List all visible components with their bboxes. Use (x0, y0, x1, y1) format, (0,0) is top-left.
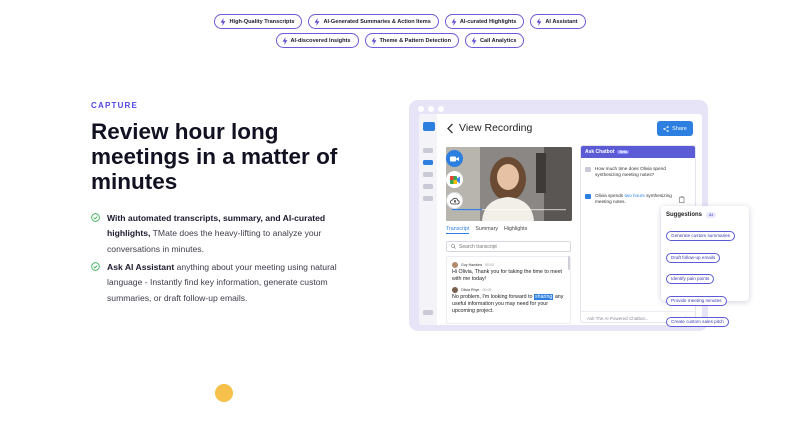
tab-transcript[interactable]: Transcript (446, 226, 470, 234)
sidebar-nav-item-active[interactable] (423, 160, 433, 165)
search-icon (451, 244, 456, 249)
feature-pills-row-1: High-Quality Transcripts AI-Generated Su… (0, 14, 800, 29)
check-circle-icon (91, 212, 100, 222)
sidebar-nav-item[interactable] (423, 310, 433, 315)
share-icon (663, 125, 669, 132)
app-window: View Recording Share Transcript Summary … (419, 114, 702, 325)
ai-avatar (585, 194, 591, 199)
meet-icon[interactable] (446, 171, 463, 188)
avatar (452, 261, 458, 268)
bolt-icon (471, 36, 477, 45)
suggestion-chip[interactable]: Draft follow-up emails (666, 252, 721, 263)
sidebar-nav-item[interactable] (423, 148, 433, 153)
suggestion-chip[interactable]: Identify pain points (666, 274, 715, 285)
share-button[interactable]: Share (657, 121, 693, 136)
window-dot (428, 106, 434, 112)
feature-pill[interactable]: Theme & Pattern Detection (364, 33, 459, 48)
video-frame (446, 147, 572, 221)
tab-summary[interactable]: Summary (475, 226, 498, 234)
chat-message-ai: Olivia spends two hours synthesizing mee… (585, 193, 677, 205)
feature-pills-row-2: AI-discovered Insights Theme & Pattern D… (0, 33, 800, 48)
video-player[interactable] (446, 147, 572, 221)
answer-link[interactable]: two hours (624, 193, 644, 198)
tab-highlights[interactable]: Highlights (504, 226, 527, 234)
bolt-icon (221, 17, 226, 26)
feature-bullet: With automated transcripts, summary, and… (91, 211, 341, 257)
user-avatar (585, 167, 591, 172)
app-sidebar (419, 114, 437, 325)
transcript-tabs: Transcript Summary Highlights (446, 226, 527, 234)
avatar (452, 286, 458, 293)
decorative-dot (215, 384, 233, 402)
feature-pill[interactable]: AI-Generated Summaries & Action Items (308, 14, 439, 29)
window-dot (418, 106, 424, 112)
cloud-upload-icon[interactable] (446, 192, 463, 209)
feature-bullet: Ask AI Assistant anything about your mee… (91, 260, 341, 306)
bolt-icon (451, 17, 457, 26)
sidebar-nav-item[interactable] (423, 184, 433, 189)
app-logo (423, 122, 435, 131)
sidebar-nav-item[interactable] (423, 196, 433, 201)
suggestion-chip[interactable]: Create custom sales pitch (666, 317, 729, 328)
feature-pill[interactable]: AI-discovered Insights (275, 33, 359, 48)
page-title: View Recording (459, 122, 533, 134)
bolt-icon (282, 36, 287, 45)
transcript-text: Hi Olivia, Thank you for taking the time… (452, 269, 563, 282)
chatbot-header: Ask Chatbot Beta (581, 146, 695, 158)
scrollbar[interactable] (568, 256, 570, 270)
suggestions-title: Suggestions (666, 212, 703, 218)
transcript-meta: Guy Hawkins 00:00 (452, 260, 565, 269)
ai-badge: AI (706, 212, 716, 218)
window-dot (438, 106, 444, 112)
sidebar-nav-item[interactable] (423, 172, 433, 177)
bullet-bold: Ask AI Assistant (107, 262, 175, 272)
suggestions-popover: Suggestions AI Generate custom summaries… (661, 206, 749, 328)
check-circle-icon (91, 261, 100, 271)
transcript-search-input[interactable]: Search transcript (446, 241, 571, 252)
feature-pill[interactable]: AI Assistant (530, 14, 586, 29)
beta-badge: Beta (617, 150, 630, 154)
highlighted-word[interactable]: sharing (533, 294, 554, 300)
section-headline: Review hour long meetings in a matter of… (91, 119, 338, 194)
bolt-icon (371, 36, 376, 45)
zoom-icon (450, 156, 459, 161)
copy-icon[interactable] (679, 196, 685, 203)
transcript-panel[interactable]: Guy Hawkins 00:00 Hi Olivia, Thank you f… (446, 256, 571, 324)
bolt-icon (536, 17, 542, 26)
suggestion-chip[interactable]: Generate custom summaries (666, 231, 735, 241)
chevron-left-icon[interactable] (446, 123, 455, 134)
feature-pill[interactable]: AI-curated Highlights (444, 14, 525, 29)
bolt-icon (315, 17, 320, 26)
chat-message-user: How much time does Olivia spend synthesi… (585, 166, 685, 178)
video-source-icon[interactable] (446, 150, 463, 167)
transcript-meta: Olivia Rhye 00:05 (452, 285, 565, 294)
transcript-text: No problem, I'm looking forward to shari… (452, 294, 564, 314)
section-eyebrow: CAPTURE (91, 101, 139, 110)
suggestion-chip[interactable]: Provide meeting minutes (666, 295, 727, 306)
feature-pill[interactable]: High-Quality Transcripts (214, 14, 303, 29)
feature-pill[interactable]: Call Analytics (465, 33, 525, 48)
